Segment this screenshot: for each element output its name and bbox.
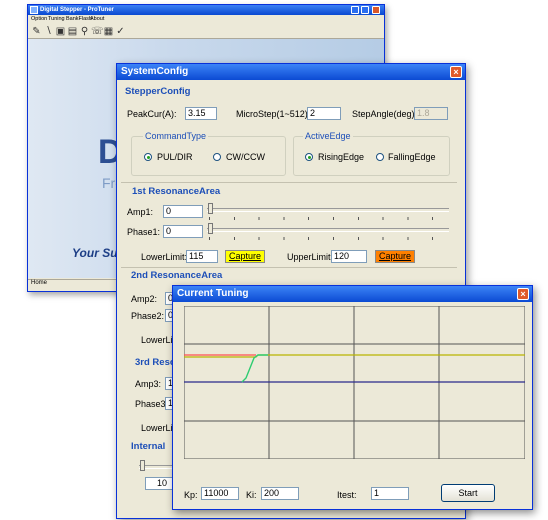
lower-limit1-label: LowerLimit: [141, 252, 188, 262]
cw-ccw-label: CW/CCW [226, 152, 265, 162]
microstep-input[interactable]: 2 [307, 107, 341, 120]
microstep-label: MicroStep(1~512): [236, 109, 311, 119]
slider-rail [207, 208, 449, 212]
internal-heading: Internal [131, 441, 166, 452]
check-icon[interactable]: ✓ [115, 26, 126, 37]
menu-about[interactable]: About [90, 16, 104, 22]
stepper-config-heading: StepperConfig [125, 86, 191, 97]
save-icon[interactable]: ▣ [55, 26, 66, 37]
amp1-slider[interactable] [207, 203, 449, 225]
kp-input[interactable]: 11000 [201, 487, 239, 500]
capture-upper-button[interactable]: Capture [375, 250, 415, 263]
phase2-label: Phase2: [131, 311, 165, 321]
slider-ticks [209, 237, 447, 240]
current-tuning-close-button[interactable]: × [517, 288, 529, 300]
step-angle-label: StepAngle(deg): [352, 109, 418, 119]
command-type-label: CommandType [143, 131, 209, 141]
rising-edge-label: RisingEdge [318, 152, 365, 162]
separator [121, 267, 457, 268]
system-config-close-button[interactable]: × [450, 66, 462, 78]
ki-label: Ki: [246, 490, 257, 500]
res3-heading: 3rd Reso [135, 357, 176, 368]
chart-icon[interactable]: ▦ [103, 26, 114, 37]
lower-limit1-input[interactable]: 115 [186, 250, 218, 263]
amp1-input[interactable]: 0 [163, 205, 203, 218]
minimize-button[interactable] [351, 6, 359, 14]
falling-edge-radio[interactable] [376, 153, 384, 161]
slider-thumb[interactable] [208, 223, 213, 234]
current-tuning-window: Current Tuning × Kp: 11000 Ki: 200 Itest… [172, 285, 533, 510]
current-response-plot [184, 306, 525, 459]
rising-edge-radio[interactable] [305, 153, 313, 161]
pul-dir-radio[interactable] [144, 153, 152, 161]
menu-bankflash[interactable]: BankFlash [66, 16, 92, 22]
peak-current-input[interactable]: 3.15 [185, 107, 217, 120]
active-edge-label: ActiveEdge [303, 131, 353, 141]
menu-tuning[interactable]: Tuning [48, 16, 65, 22]
upper-limit1-label: UpperLimit: [287, 252, 334, 262]
res1-heading: 1st ResonanceArea [132, 186, 221, 197]
res2-heading: 2nd ResonanceArea [131, 270, 223, 281]
separator [121, 182, 457, 183]
menu-option[interactable]: Option [31, 16, 47, 22]
scope-icon[interactable]: ☏ [91, 26, 104, 37]
step-angle-input[interactable]: 1.8 [414, 107, 448, 120]
current-tuning-title: Current Tuning [177, 288, 249, 299]
pul-dir-label: PUL/DIR [157, 152, 193, 162]
phase1-input[interactable]: 0 [163, 225, 203, 238]
main-window-title: Digital Stepper - ProTuner [40, 7, 114, 13]
slider-rail [207, 228, 449, 232]
cw-ccw-radio[interactable] [213, 153, 221, 161]
start-button[interactable]: Start [441, 484, 495, 502]
itest-input[interactable]: 1 [371, 487, 409, 500]
status-text: Home [31, 280, 48, 286]
capture-lower-button[interactable]: Capture [225, 250, 265, 263]
splash-slogan: Your Su [72, 246, 118, 260]
tune-icon[interactable]: ∖ [43, 26, 54, 37]
open-icon[interactable]: ✎ [31, 26, 42, 37]
slider-thumb[interactable] [208, 203, 213, 214]
system-config-title: SystemConfig [121, 66, 189, 77]
download-icon[interactable]: ▤ [67, 26, 78, 37]
main-close-button[interactable] [372, 6, 380, 14]
amp3-label: Amp3: [135, 379, 162, 389]
falling-edge-label: FallingEdge [388, 152, 436, 162]
app-icon [30, 6, 38, 14]
maximize-button[interactable] [361, 6, 369, 14]
settings-icon[interactable]: ⚲ [79, 26, 90, 37]
slider-ticks [209, 217, 447, 220]
kp-label: Kp: [184, 490, 198, 500]
amp2-label: Amp2: [131, 294, 158, 304]
itest-label: Itest: [337, 490, 357, 500]
phase1-slider[interactable] [207, 223, 449, 245]
ki-input[interactable]: 200 [261, 487, 299, 500]
amp1-label: Amp1: [127, 207, 154, 217]
peak-current-label: PeakCur(A): [127, 109, 177, 119]
phase3-label: Phase3: [135, 399, 169, 409]
phase1-label: Phase1: [127, 227, 161, 237]
upper-limit1-input[interactable]: 120 [331, 250, 367, 263]
slider-thumb[interactable] [140, 460, 145, 471]
